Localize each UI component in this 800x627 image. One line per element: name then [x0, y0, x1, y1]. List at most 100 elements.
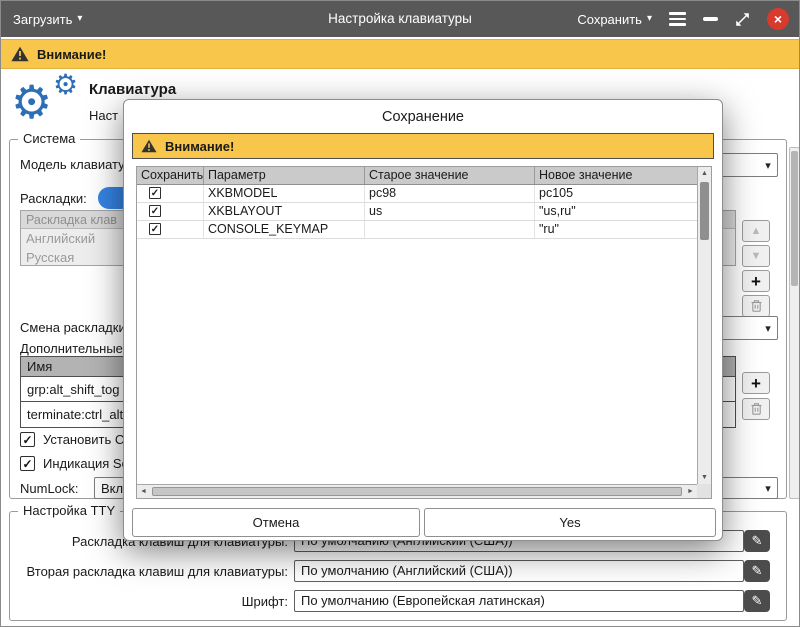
scrolllock-checkbox-label: Индикация Scr	[43, 456, 132, 471]
cell-new-value: "ru"	[535, 221, 697, 238]
chevron-down-icon: ▾	[77, 14, 82, 24]
cell-param: XKBLAYOUT	[204, 203, 365, 220]
pencil-icon: ✎	[752, 593, 763, 609]
table-row[interactable]: ✓ XKBMODEL pc98 pc105	[137, 185, 697, 203]
col-header-param: Параметр	[204, 167, 365, 184]
check-icon: ✓	[22, 457, 32, 471]
cell-new-value: pc105	[535, 185, 697, 202]
pencil-icon: ✎	[752, 563, 763, 579]
compose-checkbox[interactable]: ✓	[20, 432, 35, 447]
cell-param: XKBMODEL	[204, 185, 365, 202]
edit-button[interactable]: ✎	[744, 560, 770, 582]
table-header-row: Сохранить Параметр Старое значение Новое…	[137, 167, 697, 185]
save-dialog: Сохранение Внимание! Сохранить Параметр …	[123, 99, 723, 541]
scrolllock-checkbox-row: ✓ Индикация Scr	[20, 456, 132, 471]
row-checkbox[interactable]: ✓	[149, 187, 161, 199]
delete-layout-button[interactable]	[742, 295, 770, 317]
close-button[interactable]: ×	[767, 8, 789, 30]
row-checkbox[interactable]: ✓	[149, 223, 161, 235]
table-hscrollbar[interactable]: ◄ ►	[137, 484, 697, 498]
menu-icon[interactable]	[669, 12, 686, 26]
move-up-button[interactable]: ▲	[742, 220, 770, 242]
switch-layout-label: Смена раскладки	[20, 320, 126, 335]
cell-old-value: pc98	[365, 185, 535, 202]
tty-legend: Настройка TTY	[18, 503, 120, 518]
scroll-down-icon[interactable]: ▼	[698, 471, 711, 484]
cell-old-value	[365, 221, 535, 238]
page-title: Клавиатура	[89, 81, 176, 98]
warning-icon	[11, 46, 29, 62]
row-checkbox[interactable]: ✓	[149, 205, 161, 217]
gear-icon: ⚙	[11, 79, 52, 125]
compose-checkbox-row: ✓ Установить Со	[20, 432, 131, 447]
trash-icon	[750, 402, 763, 416]
dialog-warning-banner: Внимание!	[132, 133, 714, 159]
dialog-warning-text: Внимание!	[165, 139, 234, 154]
col-header-old: Старое значение	[365, 167, 535, 184]
chevron-down-icon: ▾	[759, 322, 777, 335]
scroll-left-icon[interactable]: ◄	[137, 485, 150, 498]
changes-grid: Сохранить Параметр Старое значение Новое…	[137, 167, 697, 484]
cell-save: ✓	[137, 221, 204, 238]
plus-icon: +	[751, 273, 761, 290]
layouts-label: Раскладки:	[20, 191, 87, 206]
pencil-icon: ✎	[752, 533, 763, 549]
warning-text: Внимание!	[37, 47, 106, 62]
edit-button[interactable]: ✎	[744, 530, 770, 552]
changes-table: Сохранить Параметр Старое значение Новое…	[136, 166, 712, 499]
scrollbar-thumb[interactable]	[700, 182, 709, 240]
app-icon: ⚙ ⚙	[11, 75, 83, 133]
cell-save: ✓	[137, 185, 204, 202]
cancel-button[interactable]: Отмена	[132, 508, 420, 537]
chevron-down-icon: ▾	[647, 14, 652, 24]
table-vscrollbar[interactable]: ▲ ▼	[697, 167, 711, 484]
trash-icon	[750, 299, 763, 313]
move-down-button[interactable]: ▼	[742, 245, 770, 267]
check-icon: ✓	[151, 185, 159, 202]
scrollbar-thumb[interactable]	[152, 487, 682, 496]
col-header-new: Новое значение	[535, 167, 697, 184]
cell-param: CONSOLE_KEYMAP	[204, 221, 365, 238]
add-layout-button[interactable]: +	[742, 270, 770, 292]
tty-row-input[interactable]: По умолчанию (Английский (США))	[294, 560, 744, 582]
load-menu-label: Загрузить	[13, 12, 72, 27]
minimize-button[interactable]	[703, 17, 718, 21]
tty-row-input[interactable]: По умолчанию (Европейская латинская)	[294, 590, 744, 612]
load-menu-button[interactable]: Загрузить ▾	[13, 1, 82, 37]
chevron-down-icon: ▾	[759, 159, 777, 172]
save-menu-label: Сохранить	[577, 12, 642, 27]
expand-icon	[735, 12, 750, 27]
add-shortcut-button[interactable]: +	[742, 372, 770, 394]
edit-button[interactable]: ✎	[744, 590, 770, 612]
tty-row-label: Шрифт:	[20, 594, 288, 609]
chevron-down-icon: ▾	[759, 482, 777, 495]
app-window: Настройка клавиатуры Загрузить ▾ Сохрани…	[0, 0, 800, 627]
yes-button[interactable]: Yes	[424, 508, 716, 537]
compose-checkbox-label: Установить Со	[43, 432, 131, 447]
col-header-save: Сохранить	[137, 167, 204, 184]
table-row[interactable]: ✓ XKBLAYOUT us "us,ru"	[137, 203, 697, 221]
tty-row-label: Вторая раскладка клавиш для клавиатуры:	[20, 564, 288, 579]
save-menu-button[interactable]: Сохранить ▾	[577, 12, 652, 27]
arrow-down-icon: ▼	[751, 250, 762, 262]
numlock-label: NumLock:	[20, 481, 79, 496]
expand-button[interactable]	[735, 12, 750, 27]
page-subtitle: Наст	[89, 108, 118, 123]
check-icon: ✓	[22, 433, 32, 447]
scrolllock-checkbox[interactable]: ✓	[20, 456, 35, 471]
scrollbar-corner	[697, 484, 711, 498]
delete-shortcut-button[interactable]	[742, 398, 770, 420]
close-icon: ×	[774, 11, 782, 27]
page-scrollbar[interactable]	[789, 147, 800, 499]
scroll-up-icon[interactable]: ▲	[698, 167, 711, 180]
titlebar-controls: Сохранить ▾ ×	[577, 1, 789, 37]
titlebar: Настройка клавиатуры Загрузить ▾ Сохрани…	[1, 1, 799, 37]
dialog-title: Сохранение	[124, 109, 722, 125]
warning-banner: Внимание!	[1, 39, 799, 69]
check-icon: ✓	[151, 221, 159, 238]
cell-save: ✓	[137, 203, 204, 220]
system-legend: Система	[18, 131, 80, 146]
scroll-right-icon[interactable]: ►	[684, 485, 697, 498]
table-row[interactable]: ✓ CONSOLE_KEYMAP "ru"	[137, 221, 697, 239]
scrollbar-thumb[interactable]	[791, 151, 798, 286]
